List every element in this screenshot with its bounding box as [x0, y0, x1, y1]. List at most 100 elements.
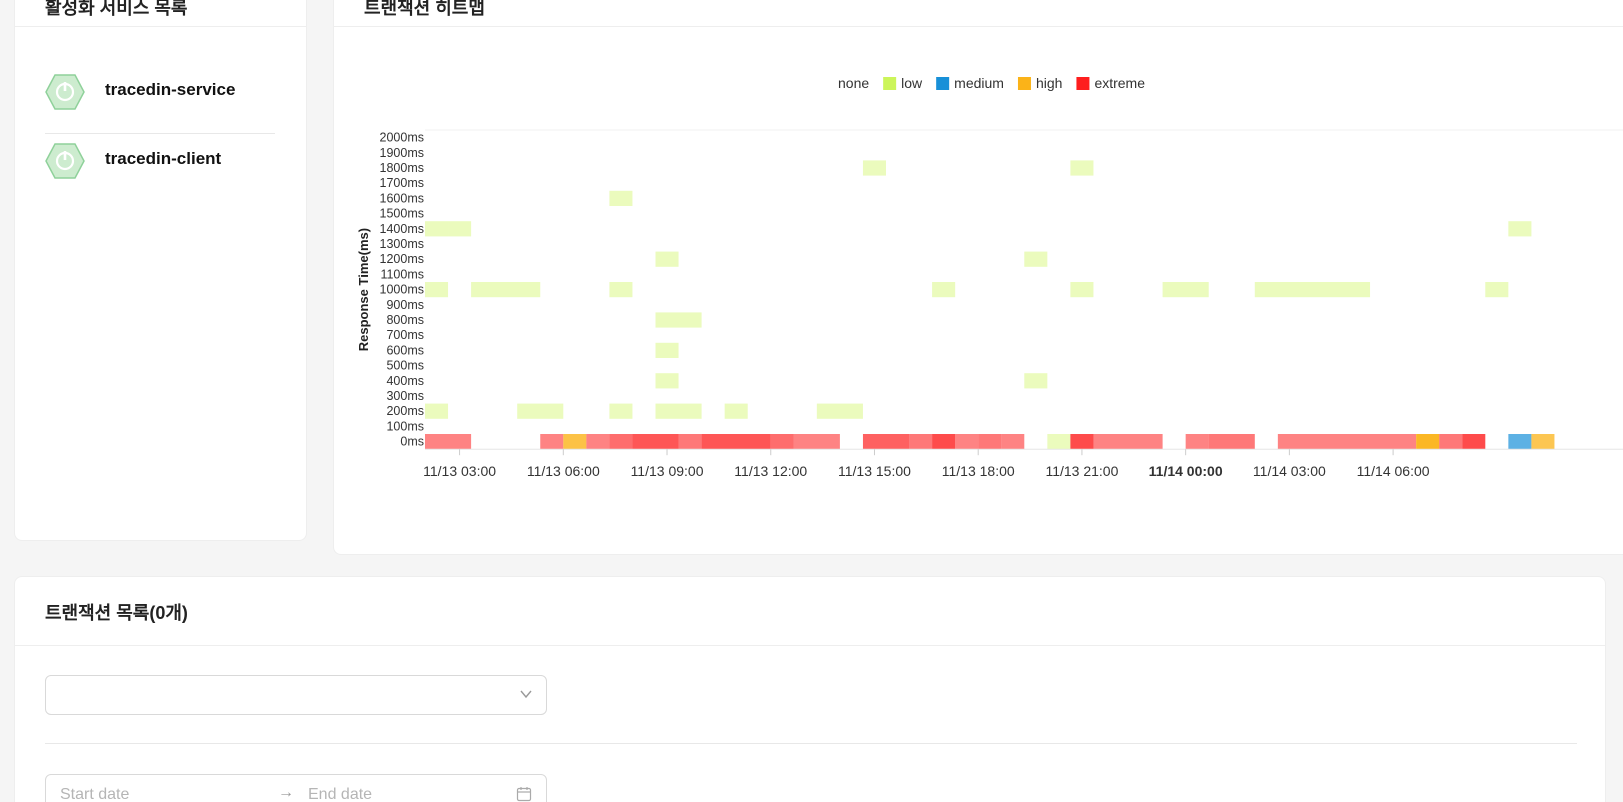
- transactions-card: 트랜잭션 목록(0개) Start date → End date: [14, 576, 1606, 802]
- heatmap-cell[interactable]: [1047, 434, 1071, 450]
- transactions-divider: [45, 743, 1577, 744]
- heatmap-cell[interactable]: [955, 434, 979, 450]
- transactions-header: 트랜잭션 목록(0개): [15, 577, 1605, 646]
- heatmap-cell[interactable]: [448, 221, 472, 237]
- power-hex-icon: [45, 143, 85, 179]
- heatmap-cell[interactable]: [724, 403, 748, 419]
- heatmap-cell[interactable]: [540, 434, 564, 450]
- heatmap-cell[interactable]: [609, 434, 633, 450]
- calendar-icon[interactable]: [516, 786, 532, 802]
- y-tick-label: 600ms: [386, 343, 424, 357]
- x-tick-label: 11/13 03:00: [423, 463, 496, 479]
- heatmap-cell[interactable]: [1162, 282, 1209, 298]
- heatmap-cell[interactable]: [1485, 282, 1509, 298]
- heatmap-cell[interactable]: [1070, 434, 1094, 450]
- heatmap-cell[interactable]: [655, 373, 679, 389]
- heatmap-cell[interactable]: [862, 434, 910, 450]
- y-tick-label: 1000ms: [380, 283, 424, 297]
- y-tick-label: 700ms: [386, 328, 424, 342]
- range-separator: →: [278, 784, 294, 801]
- heatmap-cell[interactable]: [1531, 434, 1555, 450]
- heatmap-cell[interactable]: [1070, 160, 1094, 176]
- x-tick-label: 11/14 00:00: [1149, 463, 1223, 479]
- y-tick-label: 1200ms: [380, 252, 424, 266]
- y-tick-label: 1600ms: [380, 191, 424, 205]
- heatmap-cell[interactable]: [655, 251, 679, 267]
- y-axis-label: Response Time(ms): [356, 228, 371, 351]
- heatmap-cell[interactable]: [1208, 434, 1255, 450]
- heatmap-cell[interactable]: [425, 282, 449, 298]
- heatmap-cell[interactable]: [609, 190, 633, 206]
- heatmap-cell[interactable]: [655, 403, 702, 419]
- heatmap-cell[interactable]: [425, 403, 449, 419]
- y-tick-label: 1300ms: [380, 237, 424, 251]
- heatmap-cell[interactable]: [678, 434, 702, 450]
- heatmap-cell[interactable]: [793, 434, 840, 450]
- heatmap-cell[interactable]: [471, 282, 541, 298]
- power-hex-icon: [45, 74, 85, 110]
- legend-label-medium[interactable]: medium: [954, 75, 1004, 91]
- transaction-filter-select[interactable]: [45, 675, 547, 715]
- y-tick-label: 1700ms: [380, 176, 424, 190]
- heatmap-cell[interactable]: [609, 403, 633, 419]
- legend-label-low[interactable]: low: [901, 75, 923, 91]
- service-name: tracedin-service: [105, 80, 236, 99]
- heatmap-cell[interactable]: [425, 221, 449, 237]
- date-range-picker[interactable]: Start date → End date: [45, 774, 547, 802]
- heatmap-cell[interactable]: [1185, 434, 1209, 450]
- heatmap-cell[interactable]: [816, 403, 863, 419]
- x-tick-label: 11/14 06:00: [1357, 463, 1430, 479]
- y-tick-label: 800ms: [386, 313, 424, 327]
- end-date-input[interactable]: End date: [308, 786, 372, 802]
- active-services-header: 활성화 서비스 목록: [15, 0, 306, 27]
- service-item-tracedin-service[interactable]: tracedin-service: [45, 56, 275, 126]
- heatmap-cell[interactable]: [563, 434, 587, 450]
- y-tick-label: 300ms: [386, 389, 424, 403]
- heatmap-cell[interactable]: [655, 312, 702, 328]
- heatmap-cell[interactable]: [1024, 251, 1048, 267]
- heatmap-chart[interactable]: 0ms 100ms200ms300ms400ms500ms 600ms700ms80…: [334, 0, 1623, 556]
- y-tick-label: 2000ms: [380, 131, 424, 145]
- start-date-input[interactable]: Start date: [60, 786, 129, 802]
- heatmap-cell[interactable]: [1508, 221, 1532, 237]
- active-services-card: 활성화 서비스 목록 tracedin-service tracedin-cli…: [14, 0, 307, 541]
- y-tick-label: 1500ms: [380, 207, 424, 221]
- y-tick-label: 1900ms: [380, 146, 424, 160]
- heatmap-cell[interactable]: [932, 434, 956, 450]
- x-tick-label: 11/14 03:00: [1253, 463, 1326, 479]
- heatmap-cell[interactable]: [425, 434, 472, 450]
- heatmap-cell[interactable]: [1254, 282, 1371, 298]
- x-tick-label: 11/13 18:00: [942, 463, 1015, 479]
- heatmap-cell[interactable]: [862, 160, 886, 176]
- heatmap-cell[interactable]: [978, 434, 1002, 450]
- heatmap-cell[interactable]: [586, 434, 610, 450]
- heatmap-cell[interactable]: [1439, 434, 1463, 450]
- legend-label-extreme[interactable]: extreme: [1094, 75, 1145, 91]
- heatmap-cell[interactable]: [655, 342, 679, 358]
- heatmap-cell[interactable]: [1093, 434, 1163, 450]
- heatmap-cell[interactable]: [1070, 282, 1094, 298]
- heatmap-cell[interactable]: [770, 434, 794, 450]
- x-tick-label: 11/13 09:00: [631, 463, 704, 479]
- heatmap-cell[interactable]: [1462, 434, 1486, 450]
- heatmap-cell[interactable]: [1508, 434, 1532, 450]
- y-tick-label: 500ms: [386, 359, 424, 373]
- heatmap-cell[interactable]: [701, 434, 771, 450]
- heatmap-cell[interactable]: [909, 434, 933, 450]
- heatmap-cell[interactable]: [632, 434, 679, 450]
- legend-swatch-extreme: [1076, 77, 1090, 90]
- heatmap-cell[interactable]: [1024, 373, 1048, 389]
- y-tick-label: 200ms: [386, 404, 424, 418]
- heatmap-cell[interactable]: [517, 403, 564, 419]
- transaction-heatmap-card: 트랜잭션 히트맵 0ms 100ms 200ms 300ms 400ms 500ms 600…: [333, 0, 1623, 555]
- x-tick-label: 11/13 12:00: [734, 463, 807, 479]
- heatmap-cell[interactable]: [932, 282, 956, 298]
- heatmap-cell[interactable]: [1277, 434, 1417, 450]
- y-tick-label: 900ms: [386, 298, 424, 312]
- legend-label-none[interactable]: none: [838, 75, 869, 91]
- service-item-tracedin-client[interactable]: tracedin-client: [45, 125, 275, 195]
- heatmap-cell[interactable]: [609, 282, 633, 298]
- heatmap-cell[interactable]: [1001, 434, 1025, 450]
- legend-label-high[interactable]: high: [1036, 75, 1062, 91]
- heatmap-cell[interactable]: [1416, 434, 1440, 450]
